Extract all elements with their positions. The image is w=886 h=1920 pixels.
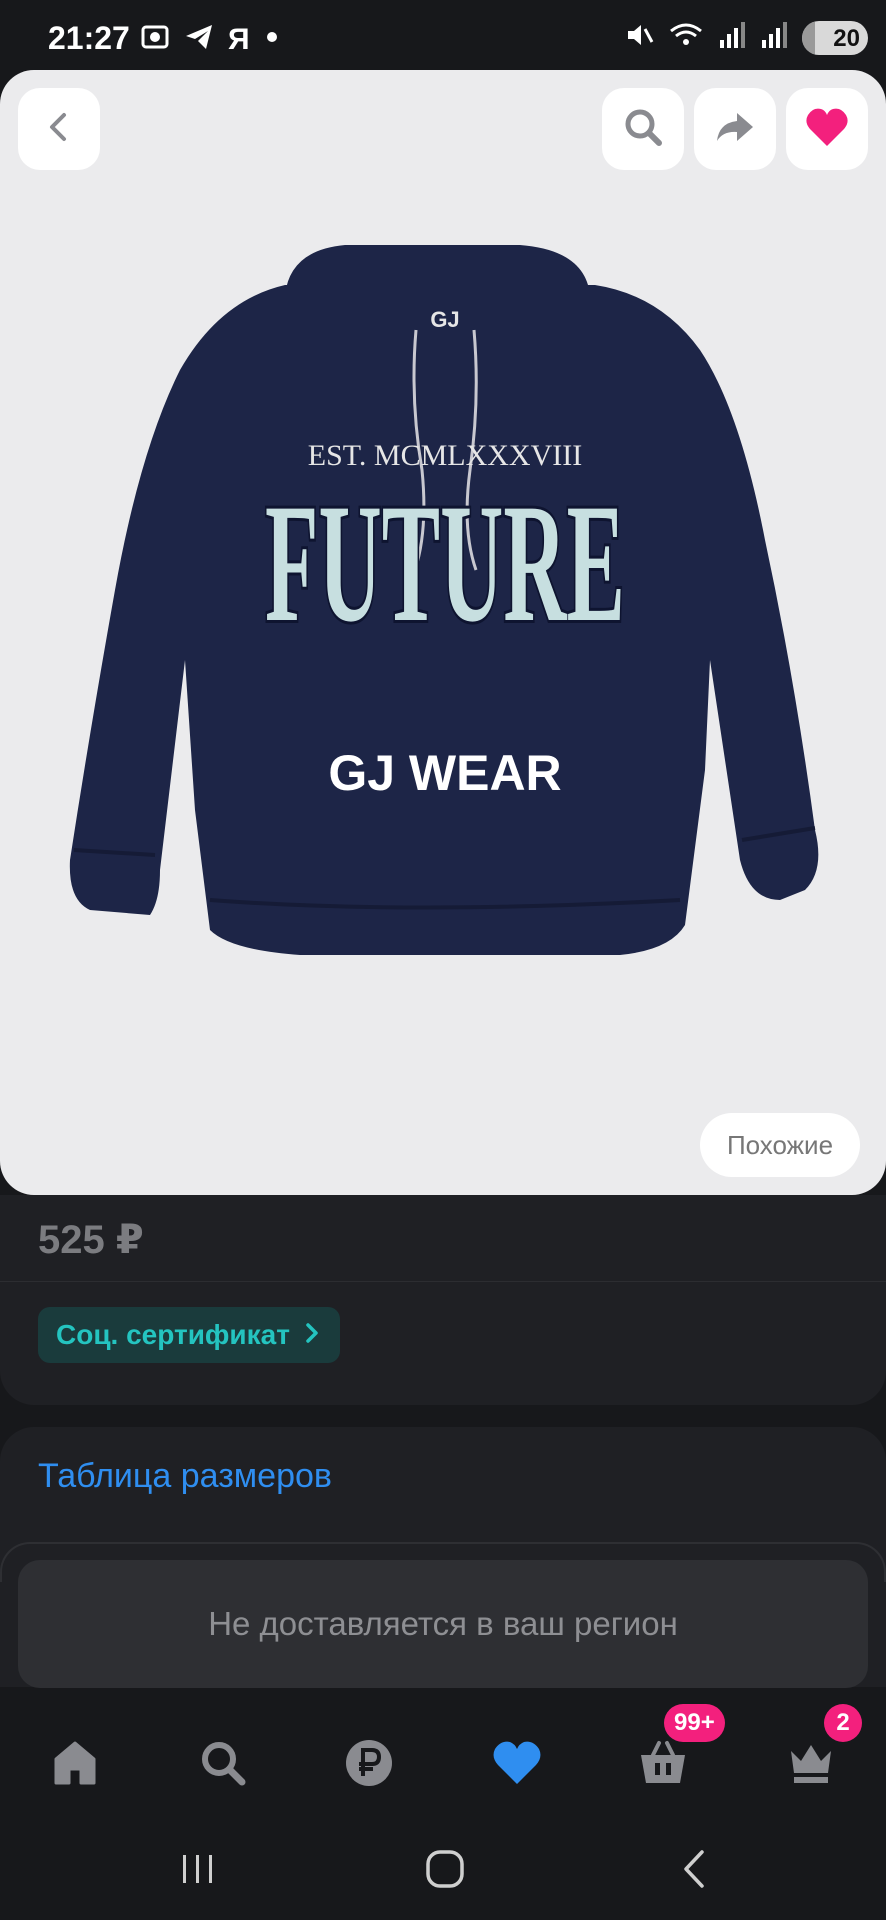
back-button[interactable]	[18, 88, 100, 170]
price: 525 ₽	[38, 1218, 144, 1262]
home-system-button[interactable]	[415, 1846, 475, 1896]
chevron-right-icon	[304, 1322, 320, 1349]
profile-badge: 2	[824, 1704, 862, 1742]
profile-crown-icon	[786, 1739, 836, 1792]
battery-fill	[802, 20, 816, 55]
nav-search[interactable]	[188, 1730, 258, 1800]
yandex-icon: Я	[228, 22, 250, 56]
certificate-label: Соц. сертификат	[56, 1319, 290, 1350]
search-icon	[621, 105, 665, 154]
recent-apps-button[interactable]	[168, 1846, 228, 1896]
screenshot-icon	[140, 22, 170, 57]
nav-favorites[interactable]	[482, 1730, 552, 1800]
share-arrow-icon	[713, 105, 757, 154]
delivery-notice-button[interactable]: Не доставляется в ваш регион	[18, 1560, 868, 1688]
heart-icon	[491, 1740, 543, 1791]
certificate-chip[interactable]: Соц. сертификат	[38, 1307, 340, 1363]
telegram-icon	[184, 22, 214, 57]
search-button[interactable]	[602, 88, 684, 170]
cart-badge: 99+	[664, 1704, 725, 1742]
similar-button[interactable]: Похожие	[700, 1113, 860, 1177]
system-navigation	[0, 1820, 886, 1920]
share-button[interactable]	[694, 88, 776, 170]
nav-home[interactable]	[40, 1730, 110, 1800]
signal-icon	[718, 20, 746, 55]
status-left-icons: Я	[140, 22, 280, 57]
hoodie-brand-line: GJ WEAR	[328, 745, 561, 801]
home-icon	[50, 1739, 100, 1792]
battery-level: 20	[833, 24, 860, 52]
divider	[0, 1281, 886, 1282]
dot-icon	[264, 29, 280, 50]
nav-wallet[interactable]	[334, 1730, 404, 1800]
heart-icon	[804, 106, 850, 153]
hoodie-neck-label: GJ	[430, 307, 459, 332]
recent-apps-icon	[178, 1849, 218, 1894]
product-image-panel[interactable]: GJ EST. MCMLXXXVIII FUTURE GJ WEAR Похож…	[0, 70, 886, 1195]
battery-icon: 20	[802, 20, 868, 55]
home-outline-icon	[423, 1847, 467, 1896]
wifi-icon	[668, 20, 704, 55]
status-right-icons: 20	[624, 20, 868, 55]
bottom-navigation: 99+ 2	[0, 1690, 886, 1820]
signal-icon	[760, 20, 788, 55]
favorite-button[interactable]	[786, 88, 868, 170]
search-icon	[198, 1738, 248, 1793]
mute-icon	[624, 20, 654, 55]
system-back-button[interactable]	[665, 1846, 725, 1896]
status-bar: 21:27 Я 20	[0, 0, 886, 70]
hoodie-big-word: FUTURE	[265, 469, 625, 657]
status-time: 21:27	[48, 20, 130, 56]
chevron-left-icon	[41, 109, 77, 150]
size-table-link[interactable]: Таблица размеров	[38, 1457, 332, 1496]
ruble-icon	[344, 1738, 394, 1793]
price-card: 525 ₽ Соц. сертификат	[0, 1195, 886, 1405]
hoodie-image: GJ EST. MCMLXXXVIII FUTURE GJ WEAR	[69, 245, 819, 955]
hoodie-est-line: EST. MCMLXXXVIII	[308, 439, 582, 472]
basket-icon	[637, 1739, 689, 1792]
chevron-left-icon	[677, 1847, 713, 1896]
